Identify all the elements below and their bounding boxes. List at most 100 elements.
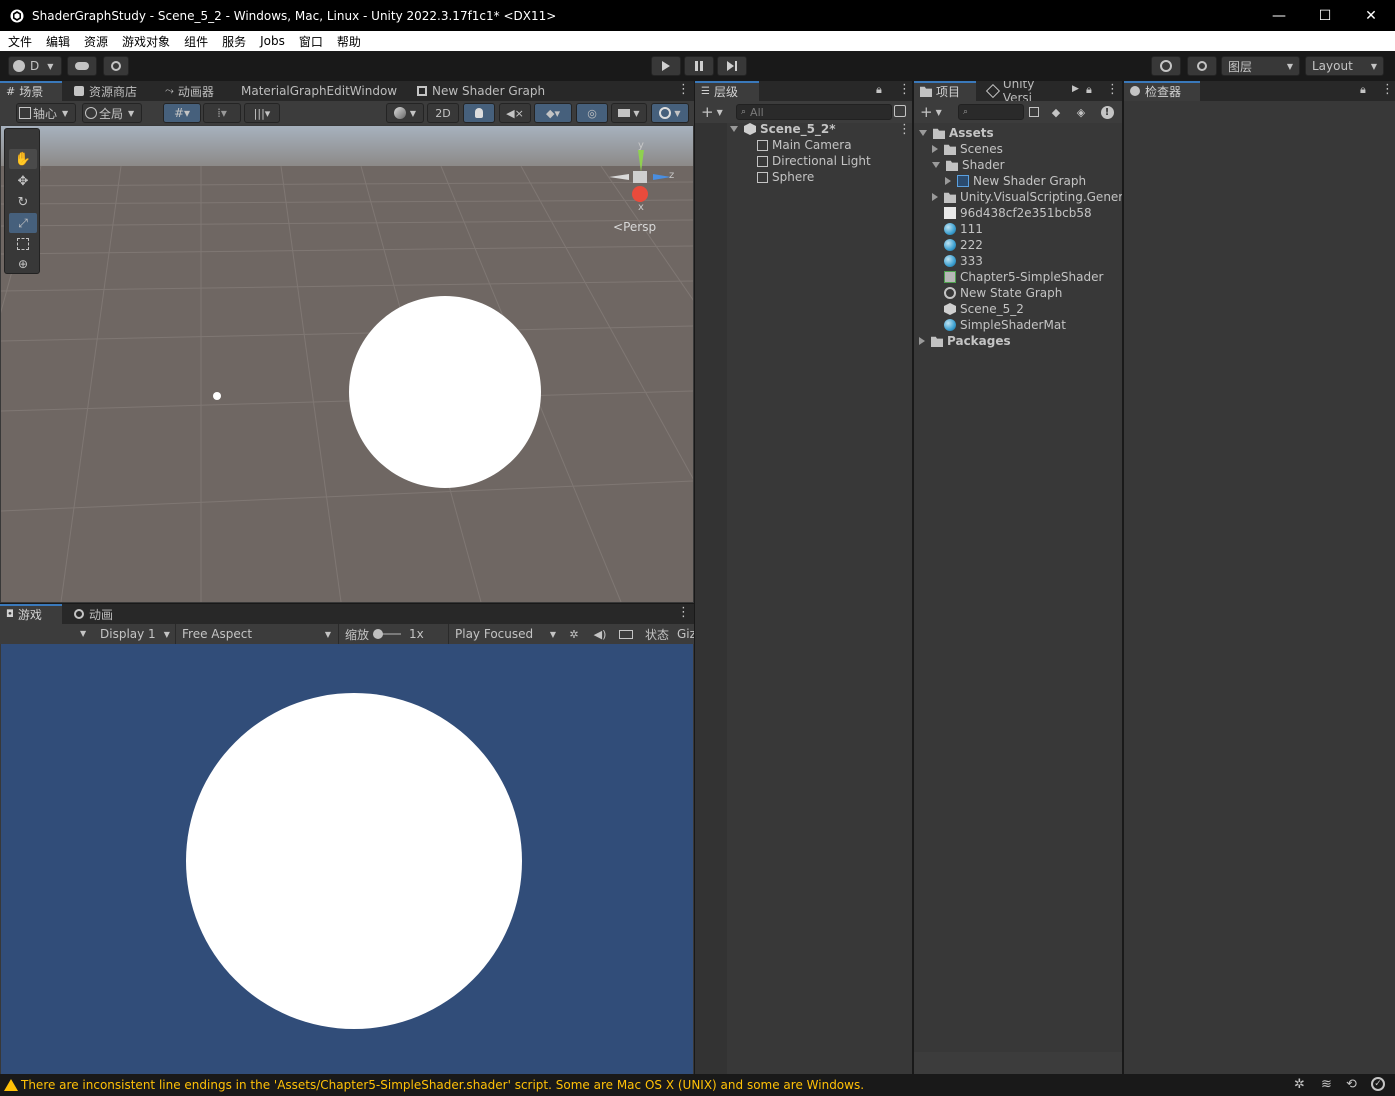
audio-toggle[interactable]: ◀× xyxy=(499,103,531,123)
minimize-button[interactable]: — xyxy=(1256,0,1302,31)
collab-button[interactable] xyxy=(103,56,129,76)
tab-material-graph[interactable]: MaterialGraphEditWindow xyxy=(235,81,403,101)
aspect-dropdown[interactable]: Free Aspect ▼ xyxy=(175,624,335,644)
global-dropdown[interactable]: 全局 ▼ xyxy=(82,103,142,123)
auto-refresh-icon[interactable]: ⟲ xyxy=(1346,1077,1357,1092)
scene-menu-kebab-icon[interactable]: ⋮ xyxy=(677,82,690,97)
toggle-2d-button[interactable]: 2D xyxy=(427,103,459,123)
menu-assets[interactable]: 资源 xyxy=(76,33,114,50)
menu-gameobject[interactable]: 游戏对象 xyxy=(114,33,176,50)
hidden-objects-toggle[interactable]: ◎ xyxy=(576,103,608,123)
game-menu-kebab-icon[interactable]: ⋮ xyxy=(677,605,690,620)
rect-tool[interactable] xyxy=(9,234,37,254)
scene-row[interactable]: Scene_5_2* xyxy=(730,121,836,137)
tab-animation[interactable]: 动画 xyxy=(68,604,119,624)
pause-button[interactable] xyxy=(684,56,714,76)
menu-help[interactable]: 帮助 xyxy=(329,33,367,50)
account-dropdown[interactable]: D ▼ xyxy=(8,56,62,76)
hidden-packages-button[interactable]: ! xyxy=(1098,104,1116,120)
menu-services[interactable]: 服务 xyxy=(214,33,252,50)
tab-inspector[interactable]: 检查器 xyxy=(1124,81,1200,101)
project-item-row[interactable]: 111 xyxy=(932,221,983,237)
move-tool[interactable]: ✥ xyxy=(9,171,37,191)
tab-animator[interactable]: ⤳ 动画器 xyxy=(159,81,220,101)
scale-tool[interactable]: ⤢ xyxy=(9,213,37,233)
search-by-type-button[interactable] xyxy=(1026,104,1042,120)
project-create-button[interactable]: + ▼ xyxy=(920,103,948,121)
menu-component[interactable]: 组件 xyxy=(176,33,214,50)
project-item-row[interactable]: 222 xyxy=(932,237,983,253)
grid-snap-toggle[interactable]: #▾ xyxy=(163,103,201,123)
project-menu-kebab-icon[interactable]: ⋮ xyxy=(1106,82,1119,97)
tab-hierarchy[interactable]: ☰ 层级 xyxy=(695,81,759,101)
lock-icon[interactable]: 🔒︎ xyxy=(1360,83,1366,97)
tab-unity-version-control[interactable]: Unity Versi xyxy=(982,81,1072,101)
stack-icon[interactable]: ≋ xyxy=(1321,1077,1332,1092)
create-add-button[interactable]: + ▼ xyxy=(701,103,729,121)
play-button[interactable] xyxy=(651,56,681,76)
status-message[interactable]: There are inconsistent line endings in t… xyxy=(21,1078,864,1092)
tab-asset-store[interactable]: 资源商店 xyxy=(68,81,143,101)
hierarchy-item-sphere[interactable]: Sphere xyxy=(757,169,814,185)
project-item-row[interactable]: 96d438cf2e351bcb58 xyxy=(932,205,1092,221)
hierarchy-item-directional-light[interactable]: Directional Light xyxy=(757,153,871,169)
hierarchy-menu-kebab-icon[interactable]: ⋮ xyxy=(898,82,911,97)
effects-dropdown[interactable]: ◆▾ xyxy=(534,103,572,123)
menu-edit[interactable]: 编辑 xyxy=(38,33,76,50)
increment-snap-button[interactable]: |||▾ xyxy=(244,103,280,123)
display-dropdown[interactable]: Display 1 ▼ xyxy=(94,624,174,644)
transform-tool[interactable]: ⊕ xyxy=(9,255,37,273)
tab-scroll-right-icon[interactable]: ▶ xyxy=(1072,84,1079,94)
shortcuts-toggle[interactable] xyxy=(616,626,636,642)
search-button[interactable] xyxy=(1187,56,1217,76)
hierarchy-search-input[interactable]: ⌕ All xyxy=(736,104,892,120)
scale-slider-thumb[interactable] xyxy=(373,629,384,639)
mute-audio-toggle[interactable]: ◀) xyxy=(590,626,610,642)
scene-visibility-icon[interactable] xyxy=(894,105,906,117)
packages-root-row[interactable]: Packages xyxy=(919,333,1011,349)
project-search-input[interactable]: ⌕ xyxy=(958,104,1024,120)
project-item-row[interactable]: Scene_5_2 xyxy=(932,301,1024,317)
close-button[interactable]: ✕ xyxy=(1348,0,1394,31)
layout-dropdown[interactable]: Layout ▼ xyxy=(1305,56,1384,76)
camera-settings-dropdown[interactable]: ▼ xyxy=(611,103,647,123)
grid-visibility-toggle[interactable]: ⁞▾ xyxy=(203,103,241,123)
tab-scene[interactable]: # 场景 xyxy=(0,81,62,101)
tab-new-shader-graph[interactable]: New Shader Graph xyxy=(411,81,551,101)
debug-icon[interactable]: ✲ xyxy=(1294,1077,1305,1092)
maximize-button[interactable]: ☐ xyxy=(1302,0,1348,31)
menu-jobs[interactable]: Jobs xyxy=(252,34,291,48)
favorite-tag-button[interactable]: ◈ xyxy=(1071,104,1091,120)
lighting-toggle[interactable] xyxy=(463,103,495,123)
collapse-arrow-icon[interactable] xyxy=(945,177,951,185)
hierarchy-item-main-camera[interactable]: Main Camera xyxy=(757,137,852,153)
project-item-row[interactable]: Chapter5-SimpleShader xyxy=(932,269,1103,285)
project-item-row[interactable]: New Shader Graph xyxy=(945,173,1086,189)
inspector-menu-kebab-icon[interactable]: ⋮ xyxy=(1381,82,1394,97)
gizmos-dropdown[interactable]: ▼ xyxy=(651,103,689,123)
stats-toggle[interactable]: 状态 xyxy=(641,624,673,644)
gizmos-toggle[interactable]: Giz xyxy=(673,624,694,644)
project-item-row[interactable]: 333 xyxy=(932,253,983,269)
project-item-row[interactable]: SimpleShaderMat xyxy=(932,317,1066,333)
scene-viewport[interactable]: ✋ ✥ ↻ ⤢ ⊕ y z x <Persp xyxy=(1,126,693,602)
cloud-button[interactable] xyxy=(67,56,97,76)
scale-slider[interactable] xyxy=(373,629,402,639)
search-by-label-button[interactable]: ◆ xyxy=(1046,104,1066,120)
step-button[interactable] xyxy=(717,56,747,76)
play-mode-dropdown[interactable]: Play Focused ▼ xyxy=(448,624,560,644)
project-item-row[interactable]: New State Graph xyxy=(932,285,1062,301)
collapse-arrow-icon[interactable] xyxy=(932,145,938,153)
layers-dropdown[interactable]: 图层 ▼ xyxy=(1221,56,1300,76)
assets-root-row[interactable]: Assets xyxy=(919,125,994,141)
lock-icon[interactable]: 🔒︎ xyxy=(876,83,882,97)
projection-label[interactable]: <Persp xyxy=(613,220,656,234)
scene-row-kebab-icon[interactable]: ⋮ xyxy=(898,122,911,137)
game-viewport[interactable] xyxy=(1,644,693,1074)
lock-icon[interactable]: 🔒︎ xyxy=(1086,83,1092,97)
frame-debugger-toggle[interactable]: ✲ xyxy=(564,626,584,642)
tab-game[interactable]: ◘ 游戏 xyxy=(0,604,62,624)
menu-window[interactable]: 窗口 xyxy=(291,33,329,50)
rotate-tool[interactable]: ↻ xyxy=(9,192,37,212)
collapse-arrow-icon[interactable] xyxy=(932,193,938,201)
